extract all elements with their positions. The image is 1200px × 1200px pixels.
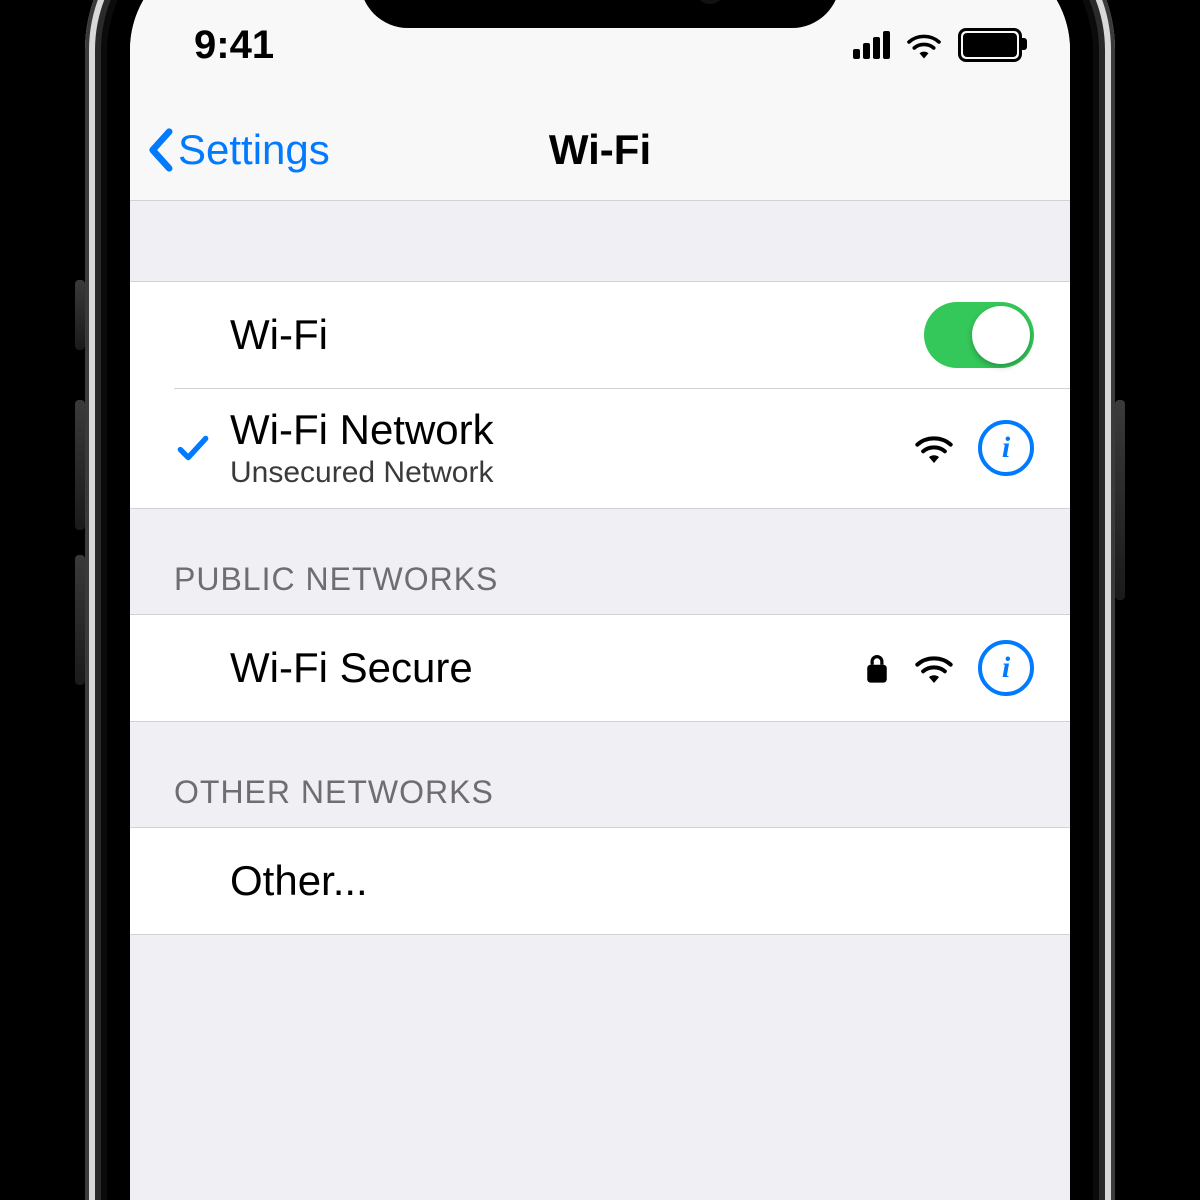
wifi-group: Wi-Fi Wi-Fi Network Unsecured Network	[130, 281, 1070, 509]
power-button	[1115, 400, 1125, 600]
nav-bar: Settings Wi-Fi	[130, 100, 1070, 201]
other-networks-group: OTHER NETWORKS Other...	[130, 722, 1070, 935]
back-label: Settings	[178, 126, 330, 174]
wifi-icon	[914, 432, 954, 464]
cellular-icon	[853, 31, 890, 59]
page-title: Wi-Fi	[549, 126, 651, 174]
info-icon[interactable]: i	[978, 640, 1034, 696]
volume-down-button	[75, 555, 85, 685]
notch	[360, 0, 840, 28]
chevron-left-icon	[146, 128, 174, 172]
wifi-toggle-label: Wi-Fi	[230, 311, 924, 359]
public-networks-group: PUBLIC NETWORKS Wi-Fi Secure	[130, 509, 1070, 722]
check-icon	[174, 429, 212, 467]
wifi-toggle-row[interactable]: Wi-Fi	[130, 281, 1070, 388]
mute-switch	[75, 280, 85, 350]
wifi-icon	[914, 652, 954, 684]
other-label: Other...	[230, 857, 1034, 905]
battery-icon	[958, 28, 1022, 62]
screen: 9:41 Settings Wi-Fi	[130, 0, 1070, 1200]
network-row[interactable]: Wi-Fi Secure i	[130, 614, 1070, 722]
network-name: Wi-Fi Secure	[230, 644, 864, 692]
wifi-switch[interactable]	[924, 302, 1034, 368]
other-network-row[interactable]: Other...	[130, 827, 1070, 935]
status-time: 9:41	[194, 23, 394, 68]
volume-up-button	[75, 400, 85, 530]
connected-network-row[interactable]: Wi-Fi Network Unsecured Network i	[130, 388, 1070, 509]
wifi-icon	[906, 31, 942, 59]
connected-network-name: Wi-Fi Network	[230, 406, 914, 454]
device-mockup: 9:41 Settings Wi-Fi	[0, 0, 1200, 1200]
connected-network-subtitle: Unsecured Network	[230, 456, 914, 490]
back-button[interactable]: Settings	[146, 126, 330, 174]
public-networks-header: PUBLIC NETWORKS	[130, 509, 1070, 614]
lock-icon	[864, 651, 890, 685]
other-networks-header: OTHER NETWORKS	[130, 722, 1070, 827]
info-icon[interactable]: i	[978, 420, 1034, 476]
